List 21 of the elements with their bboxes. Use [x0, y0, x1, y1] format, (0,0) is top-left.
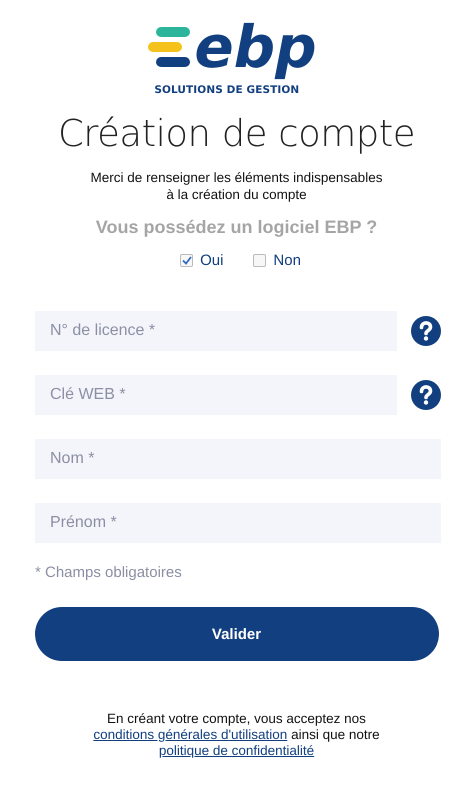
help-icon[interactable] [411, 316, 441, 346]
text-field[interactable]: Prénom * [35, 503, 441, 543]
page-title: Création de compte [58, 112, 416, 155]
text-field[interactable]: Clé WEB * [35, 375, 397, 415]
terms-text: En créant votre compte, vous acceptez nos conditions générales d'utilisation ainsi que notre politique de confidentialité [92, 711, 381, 759]
terms-link[interactable]: politique de confidentialité [158, 743, 314, 758]
option-checkbox[interactable]: Non [253, 252, 301, 269]
checkbox[interactable] [253, 254, 266, 267]
stripes-icon [148, 25, 190, 69]
logo-tagline: SOLUTIONS DE GESTION [154, 84, 300, 96]
question-text: Vous possédez un logiciel EBP ? [96, 217, 378, 238]
help-icon[interactable] [411, 380, 441, 410]
intro-text: Merci de renseigner les éléments indispensables à la création du compte [90, 169, 382, 203]
text-field[interactable]: N° de licence * [35, 311, 397, 351]
required-note: * Champs obligatoires [35, 564, 182, 581]
logo-wordmark: ebp [193, 12, 318, 82]
terms-link[interactable]: conditions générales d'utilisation [93, 727, 288, 742]
submit-button[interactable]: Valider [34, 607, 438, 661]
option-checkbox[interactable]: Oui [180, 252, 224, 269]
text-field[interactable]: Nom * [35, 439, 441, 479]
checkbox[interactable] [180, 254, 194, 267]
